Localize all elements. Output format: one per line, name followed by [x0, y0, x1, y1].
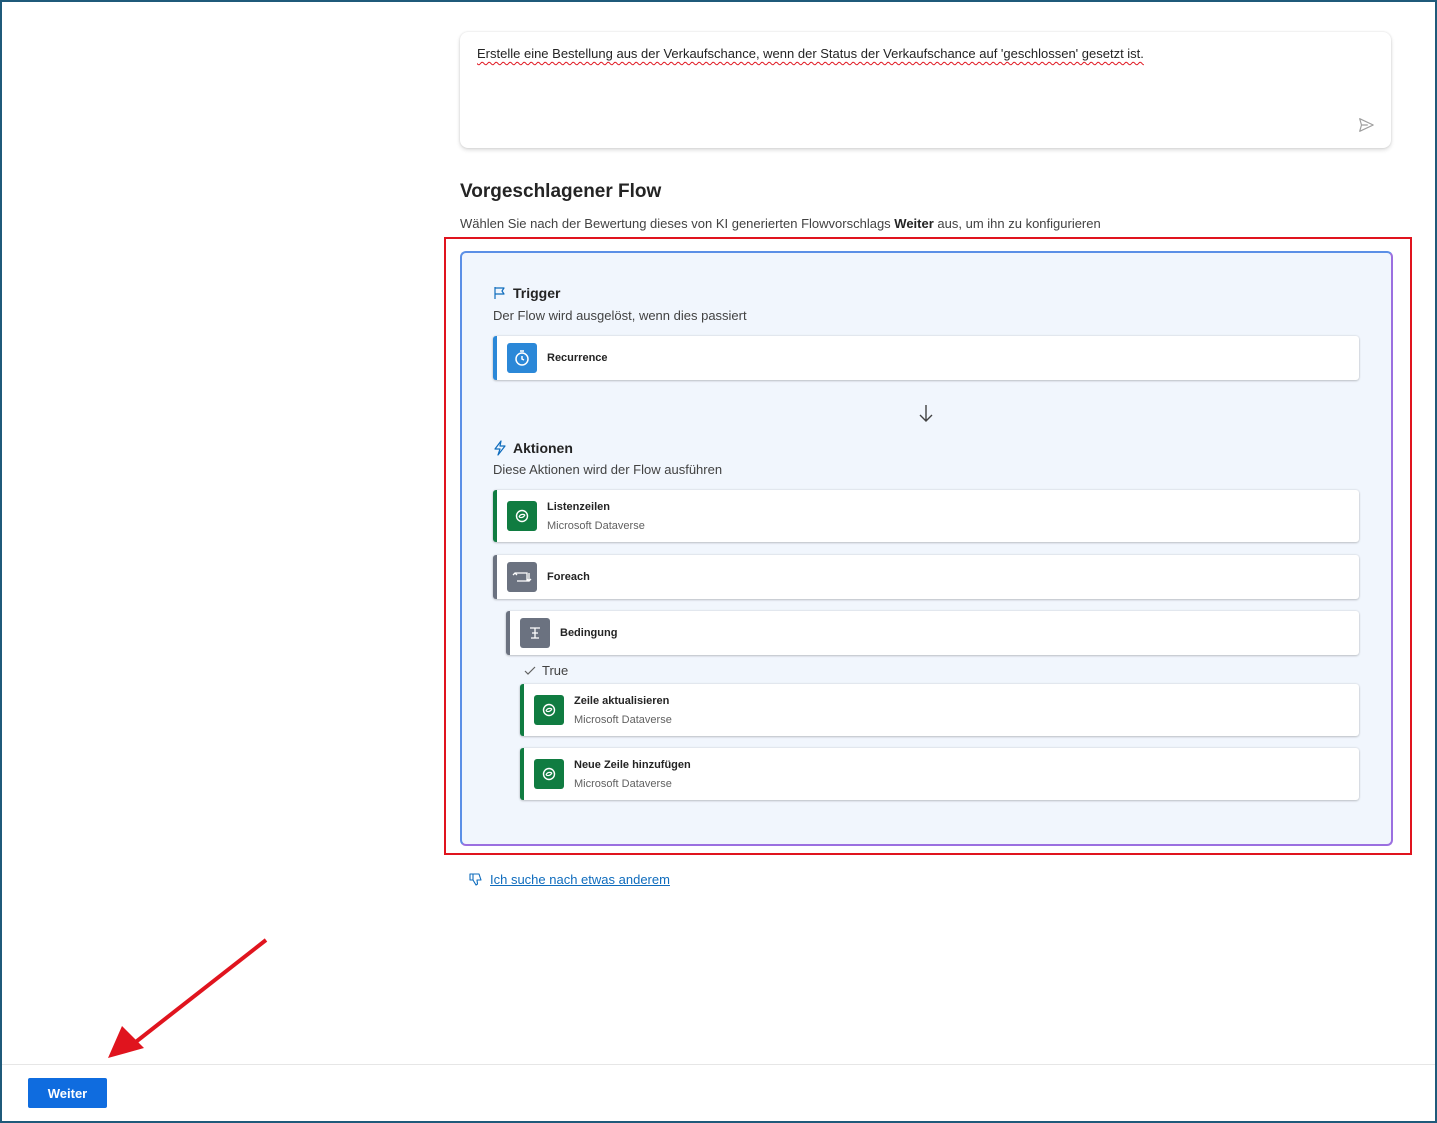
- step-title: Zeile aktualisieren: [574, 695, 670, 707]
- step-subtitle: Microsoft Dataverse: [547, 520, 645, 532]
- step-update-row[interactable]: Zeile aktualisieren Microsoft Dataverse: [520, 684, 1359, 736]
- prompt-text[interactable]: Erstelle eine Bestellung aus der Verkauf…: [477, 46, 1144, 61]
- step-title: Recurrence: [547, 352, 608, 364]
- annotation-arrow: [108, 938, 268, 1058]
- clock-icon: [507, 343, 537, 373]
- step-recurrence[interactable]: Recurrence: [493, 336, 1359, 380]
- section-title: Vorgeschlagener Flow: [460, 181, 662, 202]
- send-icon[interactable]: [1357, 116, 1375, 134]
- trigger-heading: Trigger: [493, 285, 560, 301]
- loop-icon: [507, 562, 537, 592]
- prompt-box[interactable]: Erstelle eine Bestellung aus der Verkauf…: [460, 32, 1391, 148]
- thumbs-down-icon: [469, 873, 482, 886]
- arrow-down-icon: [919, 405, 933, 422]
- step-subtitle: Microsoft Dataverse: [574, 714, 672, 726]
- step-add-row[interactable]: Neue Zeile hinzufügen Microsoft Datavers…: [520, 748, 1359, 800]
- step-title: Bedingung: [560, 627, 618, 639]
- trigger-subtitle: Der Flow wird ausgelöst, wenn dies passi…: [493, 308, 747, 323]
- actions-heading: Aktionen: [493, 440, 573, 456]
- step-title: Foreach: [547, 571, 590, 583]
- section-description: Wählen Sie nach der Bewertung dieses von…: [460, 216, 1101, 231]
- dataverse-icon: [534, 759, 564, 789]
- step-subtitle: Microsoft Dataverse: [574, 778, 672, 790]
- step-title: Neue Zeile hinzufügen: [574, 759, 691, 771]
- step-title: Listenzeilen: [547, 501, 610, 513]
- actions-subtitle: Diese Aktionen wird der Flow ausführen: [493, 462, 723, 477]
- step-foreach[interactable]: Foreach: [493, 555, 1359, 599]
- checkmark-icon: [524, 666, 536, 675]
- true-branch-label[interactable]: True: [524, 663, 568, 678]
- lightning-icon: [494, 440, 506, 456]
- dataverse-icon: [507, 501, 537, 531]
- next-button[interactable]: Weiter: [28, 1078, 107, 1108]
- step-list-rows[interactable]: Listenzeilen Microsoft Dataverse: [493, 490, 1359, 542]
- flag-icon: [494, 287, 505, 299]
- something-else-link[interactable]: Ich suche nach etwas anderem: [468, 871, 670, 887]
- step-condition[interactable]: Bedingung: [506, 611, 1359, 655]
- footer-divider: [2, 1064, 1435, 1065]
- dataverse-icon: [534, 695, 564, 725]
- condition-icon: [520, 618, 550, 648]
